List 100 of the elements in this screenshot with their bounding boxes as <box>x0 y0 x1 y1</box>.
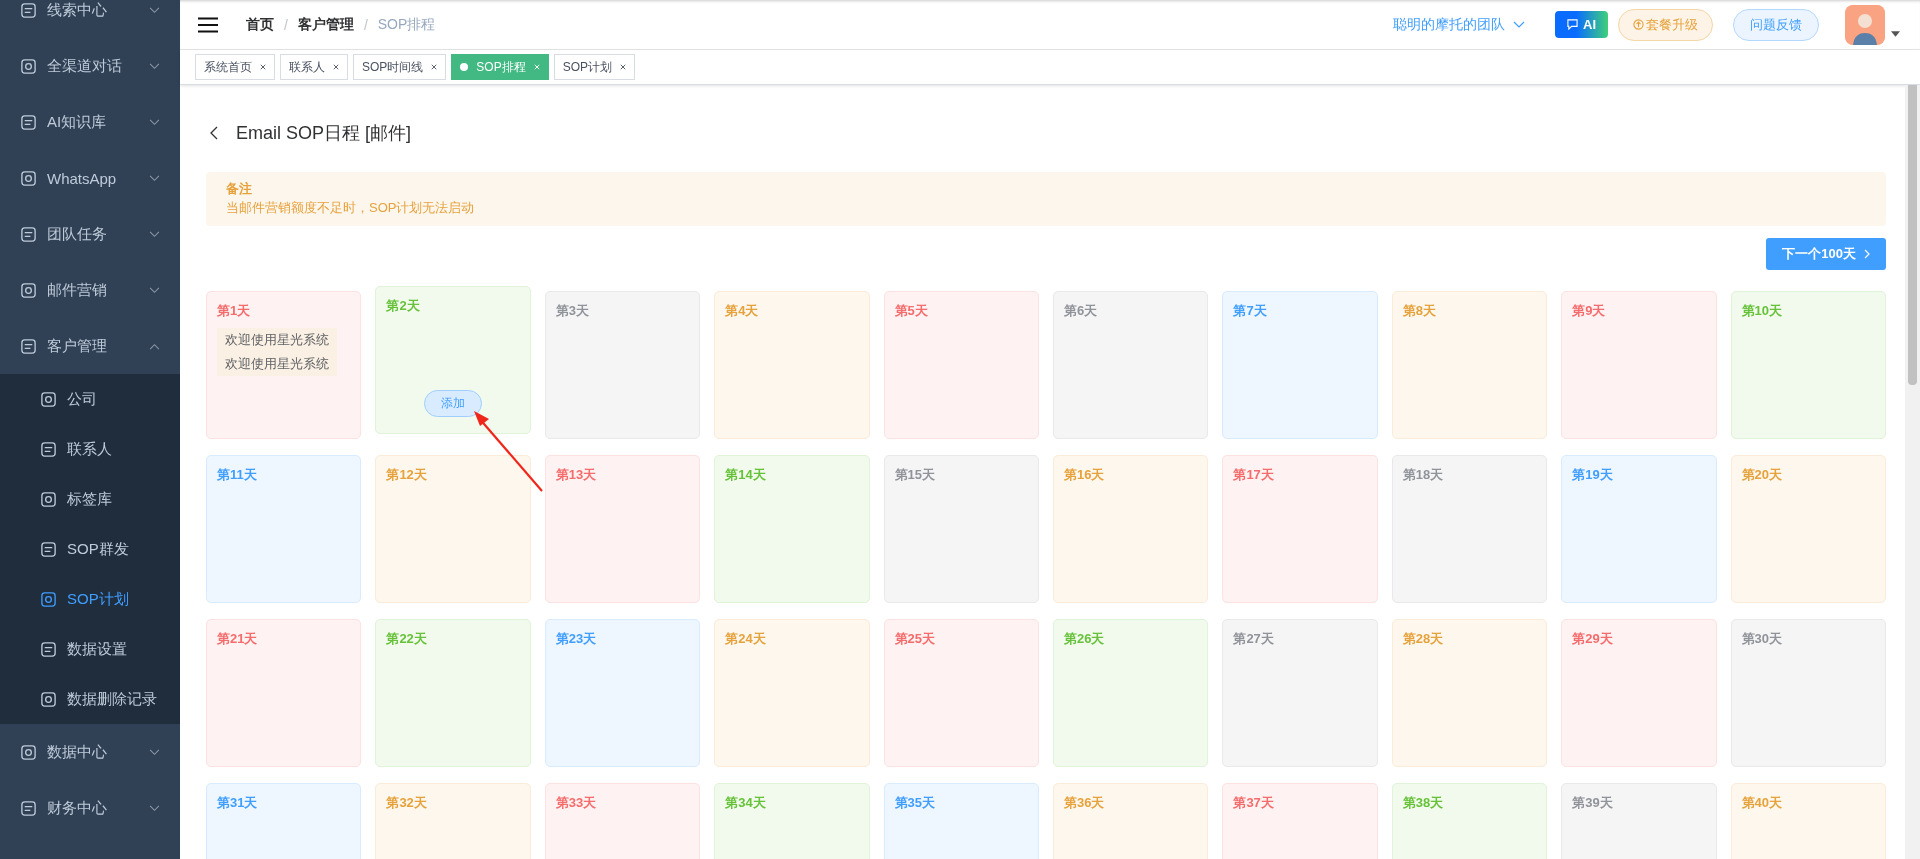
day-card[interactable]: 第14天 <box>714 455 870 603</box>
submenu-item[interactable]: SOP计划 <box>0 574 180 624</box>
day-card[interactable]: 第13天 <box>544 455 701 603</box>
page-tab[interactable]: 联系人 <box>280 54 348 80</box>
day-card[interactable]: 第8天 <box>1391 291 1548 439</box>
page-tab[interactable]: 系统首页 <box>195 54 275 80</box>
day-card[interactable]: 第5天 <box>883 291 1039 439</box>
breadcrumb-item[interactable]: 客户管理 <box>297 15 354 34</box>
team-dropdown[interactable]: 聪明的摩托的团队 <box>1393 15 1525 34</box>
day-card[interactable]: 第33天 <box>544 783 701 859</box>
day-label: 第20天 <box>1741 466 1783 484</box>
day-card[interactable]: 第25天 <box>883 619 1039 767</box>
day-label: 第24天 <box>725 630 766 648</box>
next-days-button[interactable]: 下一个100天 <box>1766 238 1886 270</box>
chevron-icon <box>149 748 160 756</box>
day-label: 第7天 <box>1233 302 1267 320</box>
day-card[interactable]: 第17天 <box>1222 455 1378 603</box>
back-icon[interactable] <box>210 126 218 140</box>
day-label: 第39天 <box>1572 794 1613 812</box>
submenu-item[interactable]: 联系人 <box>0 424 180 474</box>
day-card[interactable]: 第7天 <box>1222 291 1378 439</box>
sidebar-menu-item[interactable]: 财务中心 <box>0 780 180 836</box>
submenu-item[interactable]: 数据删除记录 <box>0 674 180 724</box>
day-card[interactable]: 第31天 <box>206 783 362 859</box>
sidebar-menu-item[interactable]: WhatsApp <box>0 150 180 206</box>
sidebar-menu-item[interactable]: 团队任务 <box>0 206 180 262</box>
submenu-item[interactable]: 公司 <box>0 374 180 424</box>
submenu-item[interactable]: 标签库 <box>0 474 180 524</box>
day-card[interactable]: 第9天 <box>1561 291 1717 439</box>
day-card[interactable]: 第21天 <box>206 619 362 767</box>
day-card[interactable]: 第23天 <box>544 619 701 767</box>
day-card[interactable]: 第27天 <box>1222 619 1378 767</box>
schedule-entry[interactable]: 欢迎使用星光系统 <box>217 352 337 376</box>
day-card[interactable]: 第11天 <box>206 455 362 603</box>
close-icon[interactable] <box>333 64 339 70</box>
schedule-entry[interactable]: 欢迎使用星光系统 <box>217 328 337 352</box>
sidebar-menu-item[interactable]: 客户管理 <box>0 318 180 374</box>
day-card[interactable]: 第28天 <box>1391 619 1548 767</box>
day-card[interactable]: 第24天 <box>714 619 870 767</box>
upgrade-button[interactable]: 套餐升级 <box>1618 8 1713 41</box>
menu-item-icon <box>20 337 37 355</box>
day-label: 第22天 <box>386 630 427 648</box>
ai-button[interactable]: AI <box>1555 11 1608 38</box>
day-card[interactable]: 第37天 <box>1222 783 1378 859</box>
close-icon[interactable] <box>260 64 266 70</box>
day-label: 第4天 <box>725 302 759 320</box>
day-card[interactable]: 第22天 <box>375 619 531 767</box>
day-card[interactable]: 第34天 <box>714 783 870 859</box>
note-text: 当邮件营销额度不足时，SOP计划无法启动 <box>226 199 476 217</box>
day-label: 第19天 <box>1572 466 1613 484</box>
day-card[interactable]: 第2天 添加 <box>375 286 531 434</box>
day-card[interactable]: 第1天 欢迎使用星光系统 欢迎使用星光系统 <box>206 291 362 439</box>
note-title: 备注 <box>226 180 253 198</box>
caret-icon[interactable] <box>1891 30 1900 37</box>
day-card[interactable]: 第26天 <box>1053 619 1209 767</box>
close-icon[interactable] <box>620 64 627 70</box>
menu-item-icon <box>40 490 57 508</box>
day-card[interactable]: 第4天 <box>714 291 870 439</box>
day-card[interactable]: 第19天 <box>1561 455 1717 603</box>
day-card[interactable]: 第29天 <box>1561 619 1717 767</box>
day-card[interactable]: 第15天 <box>883 455 1039 603</box>
day-card[interactable]: 第16天 <box>1053 455 1209 603</box>
sidebar-menu-item[interactable]: 全渠道对话 <box>0 38 180 94</box>
day-card[interactable]: 第18天 <box>1391 455 1548 603</box>
breadcrumb-item[interactable]: 首页 <box>246 15 274 34</box>
day-label: 第30天 <box>1741 630 1783 648</box>
day-card[interactable]: 第39天 <box>1561 783 1717 859</box>
feedback-button[interactable]: 问题反馈 <box>1733 8 1819 41</box>
day-card[interactable]: 第10天 <box>1730 291 1886 439</box>
sidebar-menu-item[interactable]: 邮件营销 <box>0 262 180 318</box>
submenu-item[interactable]: 数据设置 <box>0 624 180 674</box>
day-card[interactable]: 第20天 <box>1730 455 1886 603</box>
add-button[interactable]: 添加 <box>424 390 483 417</box>
day-label: 第1天 <box>217 302 251 320</box>
page-tab[interactable]: SOP计划 <box>553 54 636 80</box>
chevron-icon <box>149 118 160 126</box>
submenu-item[interactable]: SOP群发 <box>0 524 180 574</box>
breadcrumb-separator: / <box>284 16 288 33</box>
close-icon[interactable] <box>431 64 438 70</box>
scrollbar[interactable] <box>1905 85 1920 859</box>
day-card[interactable]: 第36天 <box>1053 783 1209 859</box>
day-card[interactable]: 第40天 <box>1730 783 1886 859</box>
sidebar-menu-item[interactable]: 数据中心 <box>0 724 180 780</box>
active-dot-icon <box>460 63 469 71</box>
day-card[interactable]: 第38天 <box>1391 783 1548 859</box>
sidebar-menu-item[interactable]: 线索中心 <box>0 0 180 38</box>
chevron-icon[interactable] <box>1513 20 1525 29</box>
sidebar-menu-item[interactable]: AI知识库 <box>0 94 180 150</box>
day-card[interactable]: 第35天 <box>883 783 1039 859</box>
menu-icon[interactable] <box>198 16 218 33</box>
chevron-icon <box>149 804 160 812</box>
avatar-icon[interactable] <box>1845 4 1885 45</box>
day-card[interactable]: 第3天 <box>544 291 701 439</box>
day-card[interactable]: 第32天 <box>375 783 531 859</box>
day-label: 第12天 <box>386 466 427 484</box>
page-tab[interactable]: SOP时间线 <box>353 54 447 80</box>
day-card[interactable]: 第6天 <box>1053 291 1209 439</box>
page-tab[interactable]: SOP排程 <box>451 54 549 80</box>
day-card[interactable]: 第30天 <box>1730 619 1886 767</box>
day-card[interactable]: 第12天 <box>375 455 531 603</box>
